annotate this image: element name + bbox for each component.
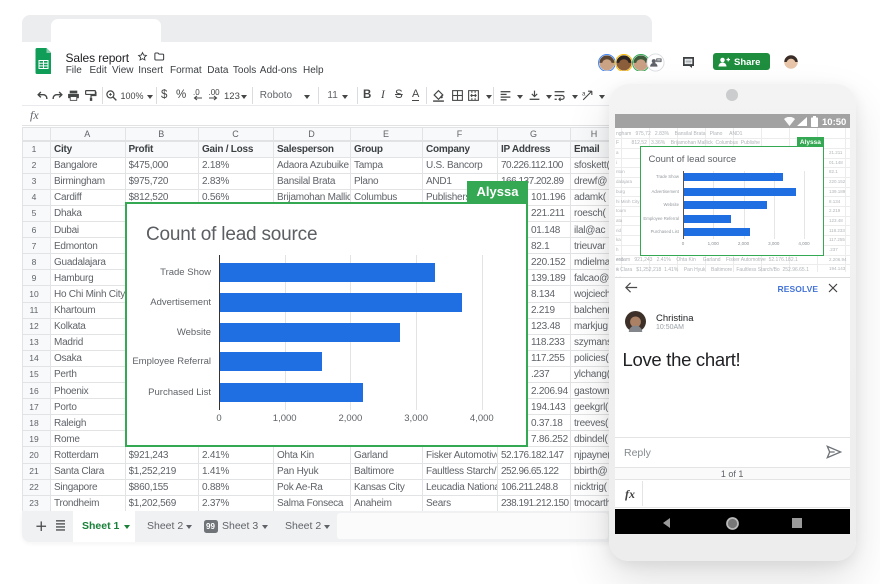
svg-text:a: a bbox=[582, 92, 586, 98]
